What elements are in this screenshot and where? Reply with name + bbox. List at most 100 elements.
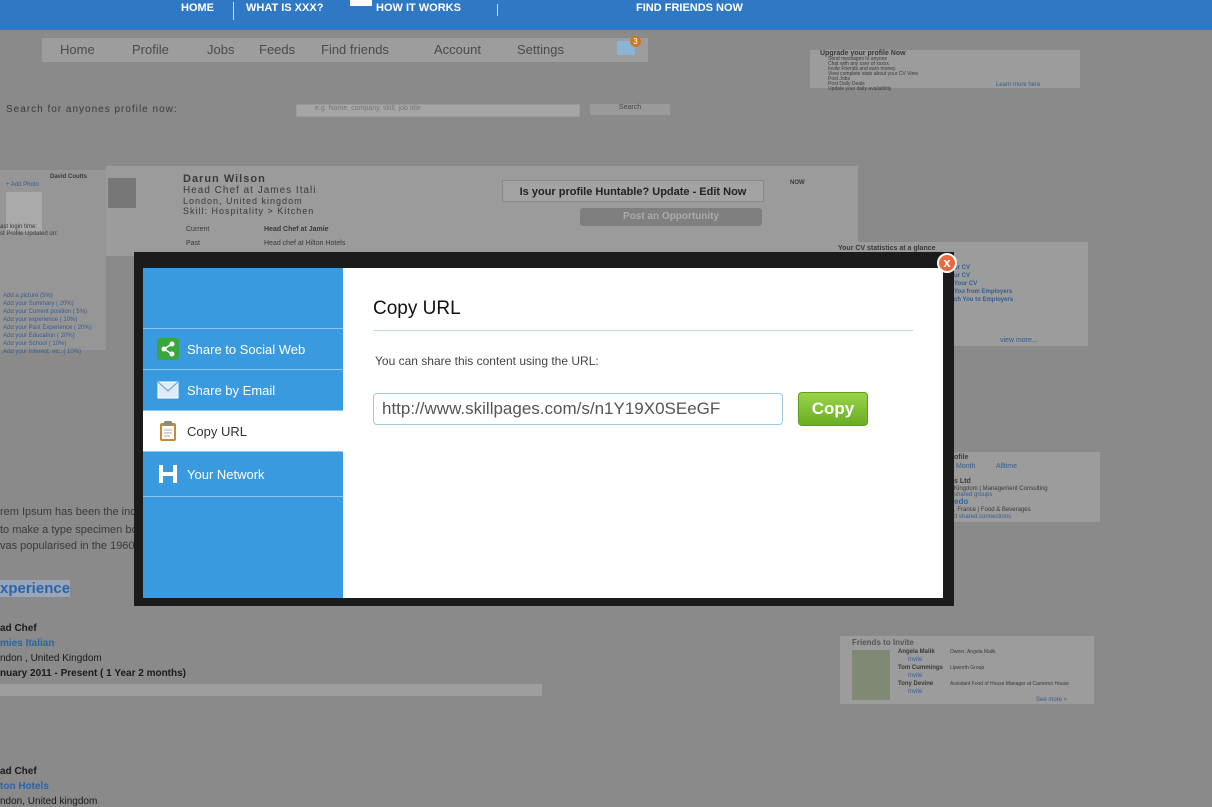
- nav-home[interactable]: HOME: [181, 2, 214, 14]
- visitor-line: s Ltd: [954, 478, 971, 485]
- stats-line[interactable]: You from Employers: [954, 289, 1012, 295]
- summary-line: to make a type specimen bo: [0, 524, 138, 536]
- upgrade-item: Update your daily availability: [828, 86, 892, 92]
- friend-role: Owner, Angela Malik: [950, 649, 996, 655]
- url-field[interactable]: http://www.skillpages.com/s/n1Y19X0SEeGF: [373, 393, 783, 425]
- friend-role: Lipworth Group: [950, 665, 985, 671]
- nav-how-it-works[interactable]: HOW IT WORKS: [376, 2, 461, 14]
- post-opportunity-button[interactable]: Post an Opportunity: [580, 208, 762, 226]
- completion-item[interactable]: Add your Summary ( 20%): [3, 301, 74, 307]
- modal-title: Copy URL: [373, 298, 461, 319]
- search-button[interactable]: Search: [590, 104, 670, 115]
- menu-label: Copy URL: [187, 423, 247, 439]
- site-logo[interactable]: [350, 0, 372, 6]
- visitor-line: , France | Food & Beverages: [954, 507, 1031, 513]
- search-label: Search for anyones profile now:: [6, 104, 178, 115]
- copy-button[interactable]: Copy: [798, 392, 868, 426]
- share-modal: Share to Social Web Share by Email Copy …: [143, 268, 943, 598]
- completion-item[interactable]: Add your Current position ( 5%): [3, 309, 87, 315]
- menu-share-social[interactable]: Share to Social Web: [143, 328, 343, 369]
- mail-badge: 3: [630, 36, 641, 47]
- profile-header: Darun Wilson Head Chef at James Itali Lo…: [106, 166, 858, 256]
- menu-label: Share by Email: [187, 382, 276, 398]
- job-location: ndon, United kingdom: [0, 796, 98, 807]
- friend-invite-link[interactable]: Invite: [908, 689, 922, 695]
- subnav-find-friends[interactable]: Find friends: [321, 42, 389, 57]
- friends-see-more[interactable]: See more »: [1036, 697, 1067, 703]
- completion-item[interactable]: Add your Education ( 20%): [3, 333, 75, 339]
- stats-line[interactable]: ur CV: [954, 273, 970, 279]
- search-row: Search for anyones profile now: e.g. Nam…: [0, 104, 670, 118]
- subnav-account[interactable]: Account: [434, 42, 481, 57]
- current-value: Head Chef at Jamie: [264, 226, 329, 233]
- clipboard-icon: [157, 420, 179, 442]
- friend-invite-link[interactable]: Invite: [908, 673, 922, 679]
- stats-line[interactable]: ch You to Employers: [954, 297, 1013, 303]
- visitor-line[interactable]: edo: [954, 497, 968, 506]
- subnav-settings[interactable]: Settings: [517, 42, 564, 57]
- search-input[interactable]: e.g. Name, company, skill, job title: [296, 104, 580, 117]
- subnav-feeds[interactable]: Feeds: [259, 42, 295, 57]
- stats-line[interactable]: Your CV: [954, 281, 977, 287]
- job-dates: nuary 2011 - Present ( 1 Year 2 months): [0, 668, 187, 679]
- add-photo-link[interactable]: + Add Photo: [6, 182, 39, 188]
- huntable-edit-button[interactable]: Is your profile Huntable? Update - Edit …: [502, 180, 764, 202]
- nav-find-friends[interactable]: FIND FRIENDS NOW: [636, 2, 743, 14]
- visitors-tab-alltime[interactable]: Alltime: [996, 463, 1017, 470]
- completion-item[interactable]: Add your experience ( 10%): [3, 317, 77, 323]
- job-description-blur: [0, 684, 542, 696]
- completion-item[interactable]: Add a picture (5%): [3, 293, 53, 299]
- friend-name: Angela Malik: [898, 649, 935, 655]
- left-card-name: David Coutts: [50, 174, 88, 180]
- menu-label: Share to Social Web: [187, 341, 306, 357]
- menu-share-email[interactable]: Share by Email: [143, 369, 343, 410]
- nav-divider: [233, 2, 234, 20]
- completion-item[interactable]: Add your School ( 10%): [3, 341, 66, 347]
- completion-item[interactable]: Add your Past Experience ( 20%): [3, 325, 92, 331]
- now-label: NOW: [790, 180, 805, 186]
- profile-skill: Skill: Hospitality > Kitchen: [183, 206, 315, 216]
- subnav-home[interactable]: Home: [60, 42, 95, 57]
- past-value: Head chef at Hilton Hotels: [264, 240, 346, 247]
- profile-photo: [108, 178, 136, 208]
- friend-invite-link[interactable]: Invite: [908, 657, 922, 663]
- summary-line: rem Ipsum has been the ind: [0, 506, 137, 518]
- job-title: ad Chef: [0, 766, 37, 777]
- share-icon: [157, 338, 179, 360]
- menu-copy-url[interactable]: Copy URL: [143, 410, 343, 451]
- past-label: Past: [186, 240, 201, 247]
- nav-what-is[interactable]: WHAT IS XXX?: [246, 2, 323, 14]
- friends-title: Friends to Invite: [852, 638, 914, 647]
- subnav-profile[interactable]: Profile: [132, 42, 169, 57]
- visitors-tab-month[interactable]: Month: [956, 463, 975, 470]
- close-icon[interactable]: x: [937, 253, 957, 273]
- subnav-jobs[interactable]: Jobs: [207, 42, 234, 57]
- nav-divider: [497, 4, 498, 16]
- profile-updated: st Profile Updated on:: [0, 231, 58, 237]
- main-subnav: Home Profile Jobs Feeds Find friends Acc…: [42, 36, 648, 62]
- completion-item[interactable]: Add your Interest, etc..( 10%): [3, 349, 81, 355]
- modal-description: You can share this content using the URL…: [375, 354, 599, 368]
- friend-photos: [852, 650, 890, 700]
- profile-name: Darun Wilson: [183, 173, 266, 185]
- profile-headline: Head Chef at James Itali: [183, 185, 317, 196]
- stats-view-more[interactable]: view more...: [1000, 337, 1038, 344]
- last-login: ast login time:: [0, 224, 38, 230]
- menu-your-network[interactable]: Your Network: [143, 451, 343, 497]
- friend-name: Tom Cummings: [898, 665, 943, 671]
- friend-role: Assistant Food of House Manager at Camer…: [950, 681, 1069, 687]
- menu-label: Your Network: [187, 466, 265, 482]
- job-company[interactable]: mies Italian: [0, 638, 54, 649]
- top-navigation-bar: HOME WHAT IS XXX? HOW IT WORKS FIND FRIE…: [0, 0, 1212, 30]
- job-company[interactable]: ton Hotels: [0, 781, 49, 792]
- upgrade-learn-more-link[interactable]: Learn more here: [996, 82, 1040, 88]
- title-divider: [373, 330, 913, 331]
- experience-heading: xperience: [0, 580, 71, 597]
- left-profile-card: David Coutts + Add Photo ast login time:…: [0, 170, 106, 355]
- envelope-icon: [157, 379, 179, 401]
- visitor-line[interactable]: 3 shared connections: [954, 514, 1011, 520]
- profile-location: London, United kingdom: [183, 196, 303, 206]
- copy-url-panel: Copy URL You can share this content usin…: [343, 268, 943, 598]
- friend-name: Tony Devine: [898, 681, 934, 687]
- stats-title: Your CV statistics at a glance: [838, 245, 936, 252]
